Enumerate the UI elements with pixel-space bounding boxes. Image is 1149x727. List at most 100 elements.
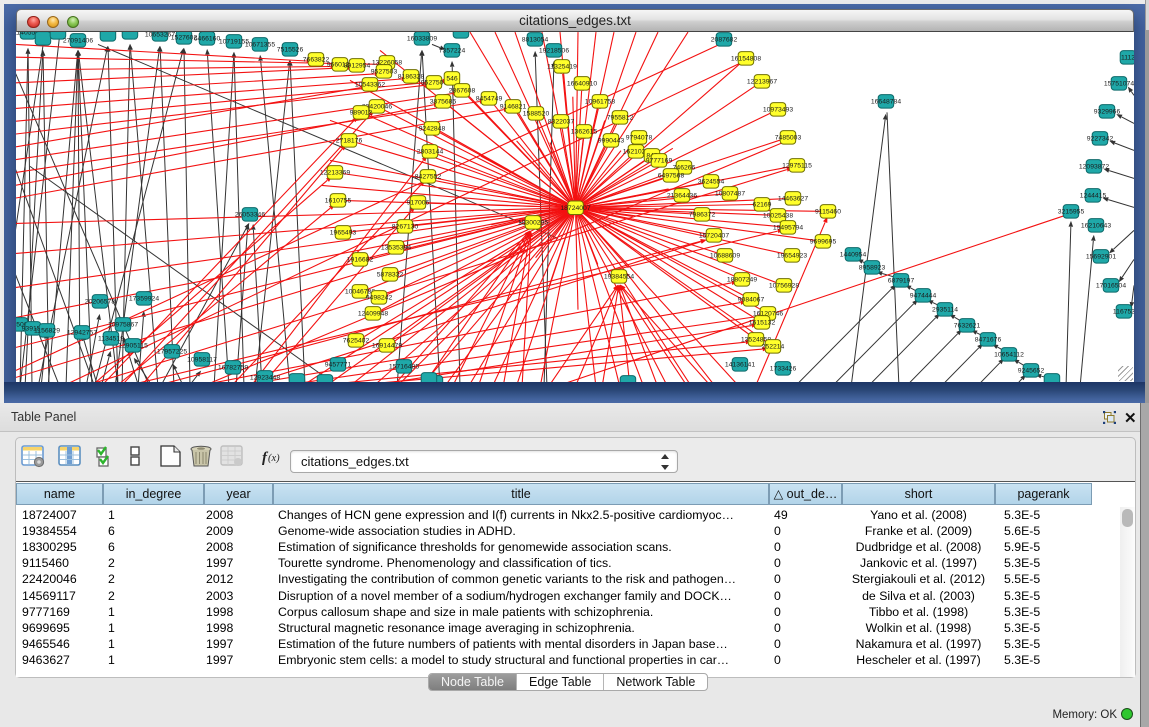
svg-text:10958117: 10958117 <box>187 356 217 363</box>
svg-text:8813054: 8813054 <box>522 36 549 43</box>
svg-text:12975115: 12975115 <box>782 162 812 169</box>
svg-text:2803144: 2803144 <box>417 148 444 155</box>
svg-text:8322037: 8322037 <box>548 118 575 125</box>
svg-text:12942757: 12942757 <box>67 329 97 336</box>
svg-text:12213369: 12213369 <box>320 169 350 176</box>
svg-text:9474444: 9474444 <box>910 292 937 299</box>
svg-text:19218506: 19218506 <box>539 47 569 54</box>
svg-text:6466160: 6466160 <box>194 35 221 42</box>
svg-text:16782759: 16782759 <box>218 364 248 371</box>
svg-text:15692901: 15692901 <box>1086 253 1116 260</box>
svg-text:7632621: 7632621 <box>954 322 981 329</box>
svg-text:8427552: 8427552 <box>415 173 442 180</box>
svg-text:1440954: 1440954 <box>840 251 867 258</box>
svg-text:12093872: 12093872 <box>1079 163 1109 170</box>
svg-text:989012: 989012 <box>350 109 373 116</box>
svg-text:1733426: 1733426 <box>770 365 797 372</box>
svg-text:7625402: 7625402 <box>343 337 370 344</box>
svg-text:10654112: 10654112 <box>994 351 1024 358</box>
svg-text:9990443: 9990443 <box>598 137 625 144</box>
svg-text:9498242: 9498242 <box>366 294 393 301</box>
svg-text:9794078: 9794078 <box>626 134 653 141</box>
svg-text:12905115: 12905115 <box>118 342 148 349</box>
svg-text:1362615: 1362615 <box>571 128 598 135</box>
svg-text:3624554: 3624554 <box>698 178 725 185</box>
svg-text:17016504: 17016504 <box>1096 282 1126 289</box>
svg-text:5878332: 5878332 <box>377 271 404 278</box>
svg-text:9242848: 9242848 <box>419 125 446 132</box>
svg-text:11325419: 11325419 <box>547 63 577 70</box>
svg-text:8958923: 8958923 <box>859 264 886 271</box>
svg-text:8912954: 8912954 <box>344 62 371 69</box>
svg-text:10688609: 10688609 <box>710 252 740 259</box>
svg-text:16210643: 16210643 <box>1081 222 1111 229</box>
svg-text:16914479: 16914479 <box>372 342 402 349</box>
svg-text:8471676: 8471676 <box>975 336 1002 343</box>
svg-text:17957225: 17957225 <box>157 348 187 355</box>
svg-text:1156829: 1156829 <box>34 327 60 334</box>
svg-text:6879197: 6879197 <box>888 277 915 284</box>
svg-text:7357224: 7357224 <box>439 47 466 54</box>
svg-text:10025438: 10025438 <box>763 212 793 219</box>
svg-text:1965493: 1965493 <box>330 229 357 236</box>
svg-text:10973493: 10973493 <box>763 106 793 113</box>
svg-text:9115460: 9115460 <box>815 208 841 215</box>
svg-text:12213967: 12213967 <box>747 78 777 85</box>
svg-text:16640910: 16640910 <box>567 80 597 87</box>
svg-text:9699695: 9699695 <box>810 238 837 245</box>
svg-text:18300295: 18300295 <box>518 219 548 226</box>
svg-text:9527503: 9527503 <box>371 68 398 75</box>
svg-text:12409948: 12409948 <box>358 310 388 317</box>
svg-text:2867608: 2867608 <box>449 87 476 94</box>
svg-text:2087682: 2087682 <box>711 36 738 43</box>
svg-text:6497568: 6497568 <box>658 172 685 179</box>
svg-text:3215955: 3215955 <box>1058 208 1085 215</box>
svg-text:10671355: 10671355 <box>245 41 275 48</box>
svg-text:2718176: 2718176 <box>336 137 363 144</box>
svg-text:19495794: 19495794 <box>773 224 803 231</box>
svg-text:21364436: 21364436 <box>667 192 697 199</box>
svg-text:14463627: 14463627 <box>778 195 808 202</box>
svg-text:3875685: 3875685 <box>430 98 457 105</box>
svg-text:12923448: 12923448 <box>250 374 280 381</box>
svg-text:1916682: 1916682 <box>347 256 374 263</box>
svg-text:16648784: 16648784 <box>871 98 901 105</box>
svg-text:9329966: 9329966 <box>1094 108 1121 115</box>
svg-text:10975867: 10975867 <box>108 321 138 328</box>
svg-text:10756928: 10756928 <box>769 282 799 289</box>
svg-text:9457771: 9457771 <box>325 361 352 368</box>
svg-text:1610755: 1610755 <box>325 197 352 204</box>
svg-text:9777169: 9777169 <box>646 157 673 164</box>
svg-text:19654923: 19654923 <box>777 252 807 259</box>
svg-text:10807487: 10807487 <box>715 190 745 197</box>
svg-text:26053346: 26053346 <box>235 211 265 218</box>
svg-text:7955812: 7955812 <box>607 114 634 121</box>
svg-text:546: 546 <box>446 75 458 82</box>
svg-text:13535394: 13535394 <box>381 244 411 251</box>
svg-text:10543362: 10543362 <box>355 81 385 88</box>
svg-text:9227342: 9227342 <box>1087 135 1114 142</box>
svg-text:7515526: 7515526 <box>277 46 304 53</box>
svg-text:27091406: 27091406 <box>63 37 93 44</box>
svg-text:9527508: 9527508 <box>421 79 448 86</box>
svg-text:8454749: 8454749 <box>476 95 503 102</box>
svg-text:1134519: 1134519 <box>98 335 124 342</box>
svg-text:7663822: 7663822 <box>303 56 330 63</box>
svg-text:62169: 62169 <box>753 201 772 208</box>
svg-text:15720407: 15720407 <box>699 232 729 239</box>
svg-text:8267130: 8267130 <box>392 223 419 230</box>
svg-text:1244415: 1244415 <box>1080 192 1107 199</box>
svg-text:1615132: 1615132 <box>749 319 776 326</box>
svg-text:18724007: 18724007 <box>560 205 590 212</box>
svg-text:917006: 917006 <box>407 199 430 206</box>
svg-text:17359924: 17359924 <box>129 295 159 302</box>
svg-text:19384554: 19384554 <box>604 273 634 280</box>
svg-text:15716485: 15716485 <box>389 363 419 370</box>
svg-text:9084067: 9084067 <box>738 296 765 303</box>
svg-text:15751074: 15751074 <box>1104 80 1134 87</box>
svg-text:2935114: 2935114 <box>932 306 958 313</box>
svg-text:16033809: 16033809 <box>407 35 437 42</box>
svg-text:(x): (x) <box>268 453 280 464</box>
svg-text:20206578: 20206578 <box>85 298 115 305</box>
svg-text:7485003: 7485003 <box>775 134 802 141</box>
